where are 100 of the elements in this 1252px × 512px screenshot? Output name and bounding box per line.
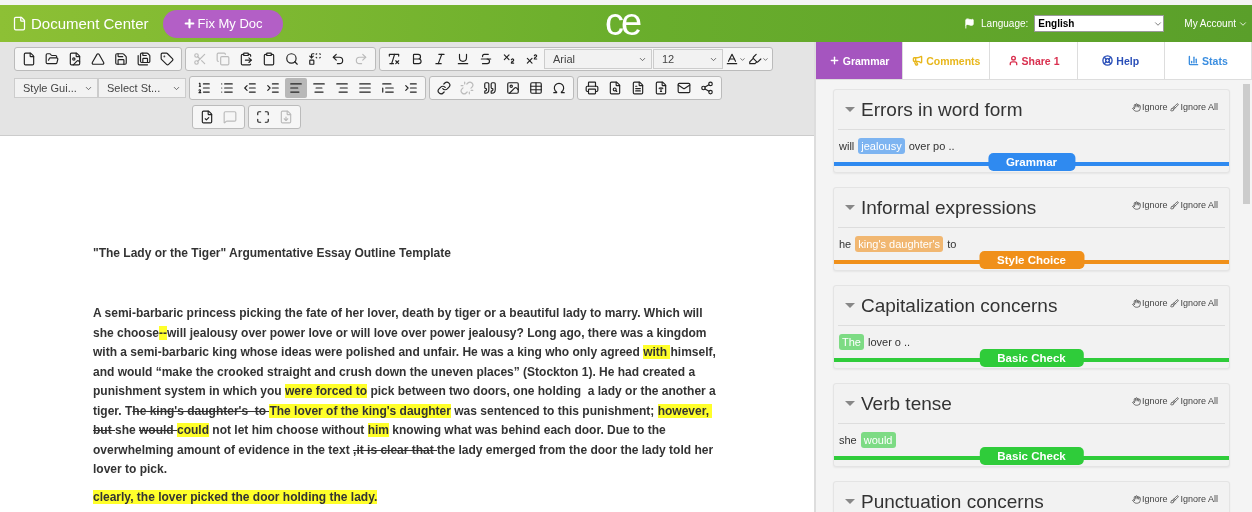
find-icon [285, 52, 299, 66]
ignore-all-button[interactable]: Ignore All [1170, 298, 1218, 308]
issue-title: Informal expressions [861, 196, 1037, 219]
ignore-all-button[interactable]: Ignore All [1170, 200, 1218, 210]
hand-icon [1131, 494, 1141, 504]
ignore-button[interactable]: Ignore [1131, 298, 1168, 308]
flag-icon [964, 18, 975, 29]
ignore-button[interactable]: Ignore [1131, 396, 1168, 406]
collapse-triangle-icon[interactable] [845, 499, 855, 504]
print-icon [585, 81, 599, 95]
justify-icon [358, 81, 372, 95]
hand-icon [1131, 298, 1141, 308]
template-icon [68, 52, 82, 66]
fix-my-doc-button[interactable]: Fix My Doc [162, 9, 283, 38]
brush-icon [1170, 396, 1180, 406]
save-icon [114, 52, 128, 66]
alignleft-icon [289, 81, 303, 95]
unlink-icon [460, 81, 474, 95]
document-title: "The Lady or the Tiger" Argumentative Essay Outline Template [93, 246, 452, 260]
underline-icon [456, 52, 470, 66]
indent-icon [266, 81, 280, 95]
dropdown[interactable]: Select St... [98, 78, 186, 98]
comment-icon [223, 110, 237, 124]
scrollbar[interactable] [1243, 84, 1250, 204]
collapse-triangle-icon[interactable] [845, 401, 855, 406]
document-icon [631, 81, 645, 95]
aligncenter-icon [312, 81, 326, 95]
ignore-button[interactable]: Ignore [1131, 494, 1168, 504]
alignright-icon [335, 81, 349, 95]
brush-icon [1170, 298, 1180, 308]
plus-icon [828, 55, 840, 66]
language-select[interactable]: English [1034, 15, 1165, 32]
superscript-icon [525, 52, 539, 66]
plus-icon [182, 17, 196, 30]
alignleft-button[interactable] [285, 78, 307, 98]
paste-icon [239, 52, 253, 66]
hand-icon [1131, 396, 1141, 406]
megaphone-icon [912, 55, 924, 66]
image-icon [506, 81, 520, 95]
replace-icon [308, 52, 322, 66]
language-label: Language: [981, 18, 1029, 29]
category-label: Style Choice [979, 251, 1084, 269]
lines-icon [381, 81, 395, 95]
panel-tab[interactable]: Grammar [816, 42, 904, 79]
bold-icon [410, 52, 424, 66]
caret-icon [761, 55, 769, 63]
fullscreen-icon [256, 110, 270, 124]
category-label: Basic Check [979, 447, 1084, 465]
dropdown[interactable]: Style Gui... [14, 78, 98, 98]
ignore-all-button[interactable]: Ignore All [1170, 102, 1218, 112]
excerpt-text: she [839, 434, 857, 446]
brush-icon [1170, 200, 1180, 210]
outdent-icon [243, 81, 257, 95]
collapse-triangle-icon[interactable] [845, 205, 855, 210]
email-icon [677, 81, 691, 95]
ignore-all-button[interactable]: Ignore All [1170, 494, 1218, 504]
bar-chart-icon [1188, 55, 1200, 66]
category-label: Grammar [987, 153, 1076, 171]
person-icon [1007, 55, 1019, 66]
blockindent-icon [404, 81, 418, 95]
excerpt-text: to [947, 238, 957, 250]
ignore-button[interactable]: Ignore [1131, 200, 1168, 210]
review-icon [200, 110, 214, 124]
hand-icon [1131, 200, 1141, 210]
excerpt-text: over po .. [908, 140, 955, 152]
hand-icon [1131, 102, 1141, 112]
issue-title: Verb tense [861, 392, 952, 415]
pasteword-icon [262, 52, 276, 66]
saveas-icon [137, 52, 151, 66]
undo-icon [331, 52, 345, 66]
issue-title: Punctuation concerns [861, 490, 1044, 512]
dropdown[interactable]: 12 [653, 49, 723, 69]
preview-icon [608, 81, 622, 95]
dropdown[interactable]: Arial [544, 49, 652, 69]
textcolor-icon [724, 52, 739, 66]
copy-icon [216, 52, 230, 66]
symbol-icon [552, 81, 566, 95]
brush-icon [1170, 102, 1180, 112]
issue-title: Errors in word form [861, 98, 1023, 121]
subscript-icon [502, 52, 516, 66]
cut-icon [193, 52, 207, 66]
excerpt-text: will [839, 140, 855, 152]
category-label: Basic Check [979, 349, 1084, 367]
excerpt-text: he [839, 238, 852, 250]
table-icon [529, 81, 543, 95]
excerpt-text: lover o .. [867, 336, 911, 348]
logo: ce [605, 5, 640, 39]
tag-icon [160, 52, 174, 66]
issue-title: Capitalization concerns [861, 294, 1058, 317]
clearformat-icon [387, 52, 401, 66]
ignore-all-button[interactable]: Ignore All [1170, 396, 1218, 406]
italic-icon [433, 52, 447, 66]
download-icon [279, 110, 293, 124]
drive-icon [91, 52, 105, 66]
collapse-triangle-icon[interactable] [845, 107, 855, 112]
numbered-icon [197, 81, 211, 95]
collapse-triangle-icon[interactable] [845, 303, 855, 308]
ignore-button[interactable]: Ignore [1131, 102, 1168, 112]
document-icon [12, 16, 27, 31]
paragraph: clearly, the lover picked the door holding the lady. [93, 488, 379, 506]
